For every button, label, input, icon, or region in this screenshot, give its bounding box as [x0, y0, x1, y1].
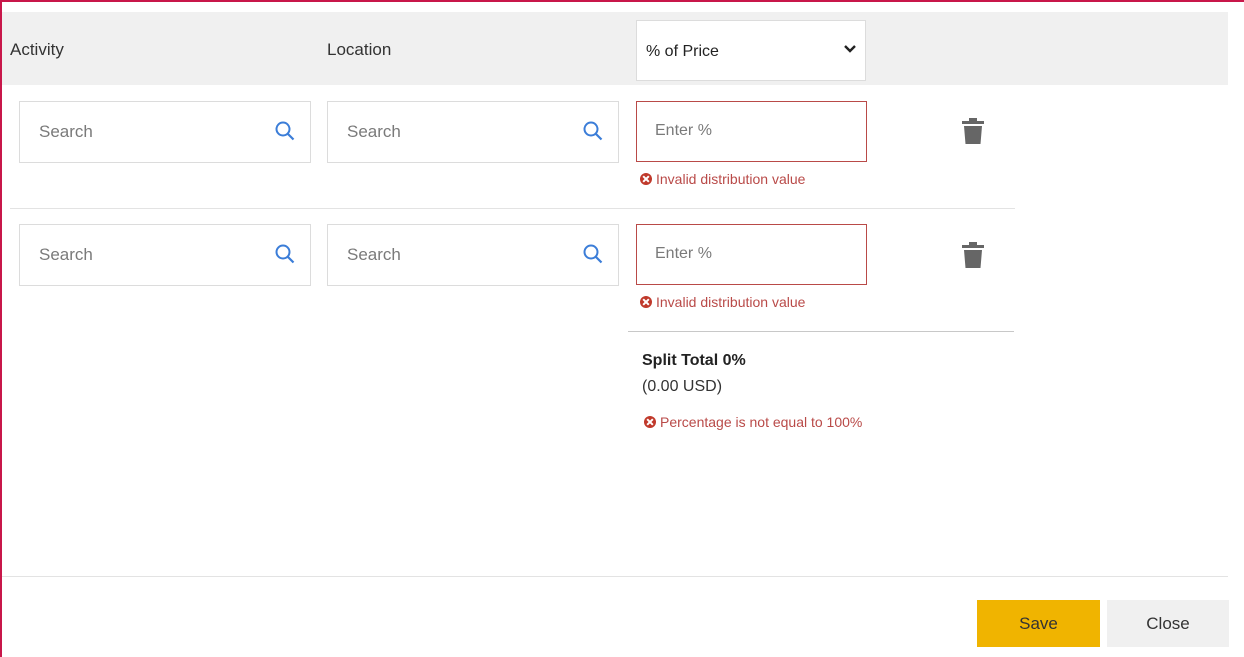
footer-divider: [2, 576, 1228, 577]
location-search-input-row1[interactable]: Search: [327, 101, 619, 163]
search-icon[interactable]: [274, 243, 296, 265]
summary-divider: [628, 331, 1014, 332]
trash-icon[interactable]: [962, 118, 984, 144]
split-total-error-text: Percentage is not equal to 100%: [660, 414, 863, 430]
percent-placeholder: Enter %: [655, 122, 712, 139]
row1-error-message: Invalid distribution value: [640, 171, 805, 187]
save-button[interactable]: Save: [977, 600, 1100, 647]
error-circle-icon: [640, 173, 652, 185]
search-icon[interactable]: [582, 243, 604, 265]
column-header-location: Location: [327, 40, 392, 59]
trash-icon[interactable]: [962, 242, 984, 268]
activity-search-placeholder: Search: [39, 122, 93, 141]
activity-search-input-row1[interactable]: Search: [19, 101, 311, 163]
row2-error-text: Invalid distribution value: [656, 294, 806, 310]
location-search-placeholder: Search: [347, 122, 401, 141]
split-total-error: Percentage is not equal to 100%: [644, 414, 862, 430]
column-header-activity: Activity: [10, 40, 64, 59]
row2-error-message: Invalid distribution value: [640, 294, 805, 310]
chevron-down-icon: [844, 45, 856, 53]
percent-placeholder: Enter %: [655, 245, 712, 262]
distribution-type-value: % of Price: [646, 43, 719, 60]
search-icon[interactable]: [582, 120, 604, 142]
location-search-placeholder: Search: [347, 245, 401, 264]
row1-error-text: Invalid distribution value: [656, 171, 806, 187]
percent-input-row1[interactable]: Enter %: [636, 101, 867, 162]
split-total-amount: (0.00 USD): [642, 378, 723, 395]
error-circle-icon: [644, 416, 656, 428]
activity-search-placeholder: Search: [39, 245, 93, 264]
distribution-type-select[interactable]: % of Price: [636, 20, 866, 81]
dialog-frame: [0, 0, 1244, 657]
row-divider: [10, 208, 1015, 209]
activity-search-input-row2[interactable]: Search: [19, 224, 311, 286]
location-search-input-row2[interactable]: Search: [327, 224, 619, 286]
table-header: [2, 12, 1228, 85]
search-icon[interactable]: [274, 120, 296, 142]
split-total-title: Split Total 0%: [642, 352, 746, 369]
error-circle-icon: [640, 296, 652, 308]
percent-input-row2[interactable]: Enter %: [636, 224, 867, 285]
close-button[interactable]: Close: [1107, 600, 1229, 647]
